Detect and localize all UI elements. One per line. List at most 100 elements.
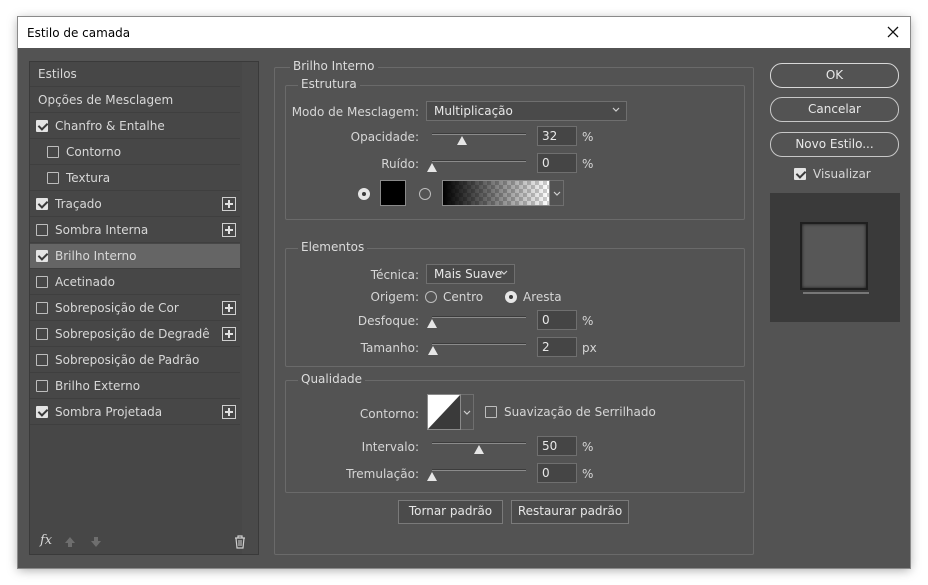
sidebar-item[interactable]: Sombra Interna xyxy=(30,218,240,243)
contour-curve-icon xyxy=(428,395,460,429)
sidebar-item-label: Opções de Mesclagem xyxy=(38,93,174,107)
fx-icon[interactable]: fx xyxy=(40,533,52,548)
sidebar-item-checkbox[interactable] xyxy=(36,328,48,340)
sidebar-item[interactable]: Traçado xyxy=(30,192,240,217)
range-slider-track[interactable] xyxy=(432,442,526,444)
layer-style-dialog: Estilo de camada Estilos Opções de Mescla… xyxy=(18,17,910,568)
sidebar-item[interactable]: Sobreposição de Padrão xyxy=(30,348,240,373)
sidebar-item[interactable]: Brilho Interno xyxy=(30,244,240,269)
chevron-down-icon xyxy=(553,191,561,196)
sidebar-item-label: Traçado xyxy=(55,197,102,211)
panel-title: Brilho Interno xyxy=(290,59,378,73)
jitter-input[interactable]: 0 xyxy=(537,463,577,483)
noise-slider-thumb[interactable] xyxy=(427,163,437,172)
sidebar-item[interactable]: Sombra Projetada xyxy=(30,400,240,425)
size-slider-track[interactable] xyxy=(432,343,526,345)
make-default-button[interactable]: Tornar padrão xyxy=(398,500,503,524)
styles-sidebar: Estilos Opções de Mesclagem Chanfro & Enta… xyxy=(29,61,259,555)
jitter-slider-thumb[interactable] xyxy=(427,472,437,481)
range-label: Intervalo: xyxy=(361,440,419,454)
sidebar-item-checkbox[interactable] xyxy=(36,354,48,366)
add-effect-icon[interactable] xyxy=(222,197,236,211)
sidebar-item-label: Sombra Interna xyxy=(55,223,149,237)
sidebar-item-checkbox[interactable] xyxy=(36,276,48,288)
sidebar-item[interactable]: Contorno xyxy=(30,140,240,165)
noise-input[interactable]: 0 xyxy=(537,153,577,173)
size-slider-thumb[interactable] xyxy=(427,346,438,355)
opacity-slider-track[interactable] xyxy=(432,133,526,135)
opacity-input[interactable]: 32 xyxy=(537,126,577,146)
sidebar-item-checkbox[interactable] xyxy=(47,146,59,158)
jitter-slider-track[interactable] xyxy=(432,469,526,471)
source-center-label[interactable]: Centro xyxy=(443,290,483,304)
add-effect-icon[interactable] xyxy=(222,301,236,315)
glow-color-swatch[interactable] xyxy=(380,180,406,206)
source-edge-radio[interactable] xyxy=(505,291,517,303)
add-effect-icon[interactable] xyxy=(222,405,236,419)
gradient-radio[interactable] xyxy=(419,188,431,200)
sidebar-item[interactable]: Brilho Externo xyxy=(30,374,240,399)
reset-default-button[interactable]: Restaurar padrão xyxy=(511,500,629,524)
sidebar-item-label: Contorno xyxy=(66,145,122,159)
sidebar-item[interactable]: Textura xyxy=(30,166,240,191)
size-unit: px xyxy=(582,341,597,355)
sidebar-item-checkbox[interactable] xyxy=(36,224,48,236)
sidebar-item-checkbox[interactable] xyxy=(36,380,48,392)
sidebar-item-checkbox[interactable] xyxy=(36,250,48,262)
solid-color-radio[interactable] xyxy=(358,188,370,200)
source-edge-label[interactable]: Aresta xyxy=(523,290,562,304)
choke-slider-track[interactable] xyxy=(432,316,526,318)
ok-button[interactable]: OK xyxy=(770,63,899,88)
sidebar-item-checkbox[interactable] xyxy=(36,302,48,314)
jitter-label: Tremulação: xyxy=(346,467,419,481)
gradient-dropdown[interactable] xyxy=(550,180,564,206)
chevron-down-icon xyxy=(463,410,471,415)
gradient-swatch[interactable] xyxy=(442,180,550,206)
structure-group: Estrutura Modo de Mesclagem: Multiplicaç… xyxy=(285,77,745,220)
size-input[interactable]: 2 xyxy=(537,337,577,357)
sidebar-item[interactable]: Opções de Mesclagem xyxy=(30,88,240,113)
sidebar-item-checkbox[interactable] xyxy=(47,172,59,184)
close-icon[interactable] xyxy=(884,23,902,41)
sidebar-item[interactable]: Chanfro & Entalhe xyxy=(30,114,240,139)
new-style-button[interactable]: Novo Estilo... xyxy=(770,132,899,157)
add-effect-icon[interactable] xyxy=(222,223,236,237)
range-slider-thumb[interactable] xyxy=(474,445,484,454)
move-down-icon[interactable] xyxy=(90,536,102,548)
chevron-down-icon xyxy=(612,107,620,112)
preview-label[interactable]: Visualizar xyxy=(813,167,871,181)
structure-title: Estrutura xyxy=(298,77,360,91)
chevron-down-icon xyxy=(500,270,508,275)
blend-mode-select[interactable]: Multiplicação xyxy=(426,101,627,121)
preview-swatch xyxy=(800,222,868,290)
sidebar-item[interactable]: Sobreposição de Cor xyxy=(30,296,240,321)
sidebar-scrollbar[interactable] xyxy=(242,62,258,554)
move-up-icon[interactable] xyxy=(64,536,76,548)
contour-dropdown[interactable] xyxy=(461,394,474,430)
size-label: Tamanho: xyxy=(360,341,419,355)
choke-input[interactable]: 0 xyxy=(537,310,577,330)
range-input[interactable]: 50 xyxy=(537,436,577,456)
choke-slider-thumb[interactable] xyxy=(427,319,437,328)
sidebar-item-checkbox[interactable] xyxy=(36,198,48,210)
cancel-button[interactable]: Cancelar xyxy=(770,97,899,122)
noise-slider-track[interactable] xyxy=(432,160,526,162)
sidebar-item-label: Brilho Externo xyxy=(55,379,141,393)
style-preview xyxy=(770,193,900,322)
trash-icon[interactable] xyxy=(234,535,246,549)
preview-checkbox[interactable] xyxy=(794,168,806,180)
sidebar-item-checkbox[interactable] xyxy=(36,406,48,418)
source-center-radio[interactable] xyxy=(425,291,437,303)
sidebar-item[interactable]: Sobreposição de Degradê xyxy=(30,322,240,347)
noise-unit: % xyxy=(582,157,594,171)
add-effect-icon[interactable] xyxy=(222,327,236,341)
sidebar-item[interactable]: Estilos xyxy=(30,62,240,87)
antialias-checkbox[interactable] xyxy=(485,406,497,418)
antialias-label[interactable]: Suavização de Serrilhado xyxy=(504,405,656,419)
sidebar-item[interactable]: Acetinado xyxy=(30,270,240,295)
opacity-slider-thumb[interactable] xyxy=(457,136,468,145)
noise-label: Ruído: xyxy=(381,157,419,171)
technique-select[interactable]: Mais Suave xyxy=(426,264,515,284)
sidebar-item-checkbox[interactable] xyxy=(36,120,48,132)
contour-picker[interactable] xyxy=(427,394,461,430)
